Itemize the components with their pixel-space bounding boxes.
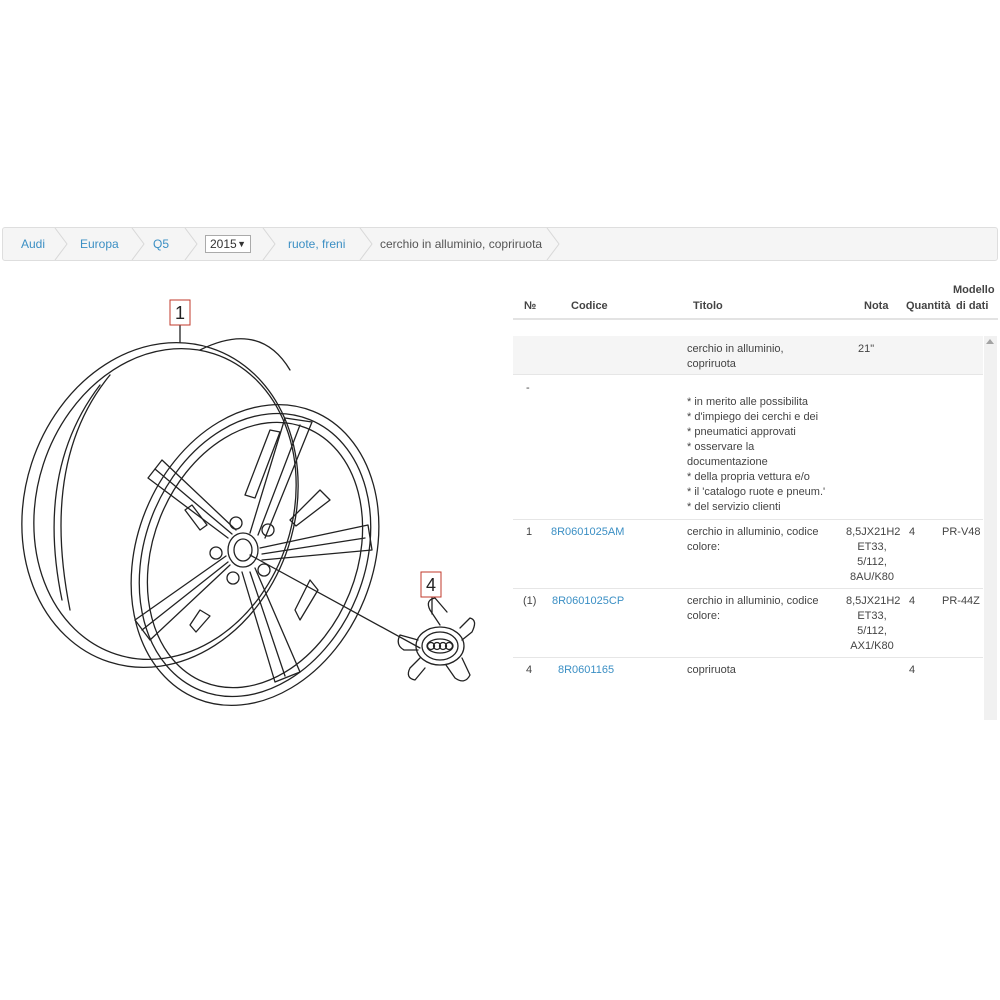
row-note: 8,5JX21H2 ET33, 5/112, AX1/K80 (846, 594, 901, 654)
row-note-line: ET33, (857, 610, 887, 622)
row-title-line: * del servizio clienti (687, 501, 781, 513)
row-note-line: ET33, (857, 541, 887, 553)
row-note-line: 8AU/K80 (849, 571, 895, 583)
row-note: 21" (858, 342, 874, 357)
row-title-line: * d'impiego dei cerchi e dei (687, 411, 819, 423)
breadcrumb: Audi Europa Q5 2015 ▼ ruote, freni cerch… (2, 227, 998, 261)
year-select[interactable]: 2015 ▼ (205, 235, 251, 253)
svg-text:4: 4 (426, 575, 436, 595)
row-num: - (526, 382, 530, 394)
row-model: PR-44Z (942, 595, 980, 607)
breadcrumb-separator-icon (262, 228, 276, 260)
svg-text:1: 1 (175, 303, 185, 323)
table-scrollbar[interactable] (984, 336, 997, 720)
col-title-header: Titolo (693, 300, 723, 312)
part-code-link[interactable]: 8R0601025AM (551, 525, 624, 540)
row-title: cerchio in alluminio, codice colore: (687, 594, 818, 624)
breadcrumb-separator-icon (54, 228, 68, 260)
row-model: PR-V48 (942, 526, 981, 538)
row-note-line: AX1/K80 (850, 640, 894, 652)
row-note-line: 5/112, (857, 625, 887, 637)
breadcrumb-group[interactable]: ruote, freni (288, 228, 345, 260)
table-row: 4 8R0601165 copriruota 4 (513, 658, 983, 698)
row-qty: 4 (909, 664, 916, 676)
table-row: 1 8R0601025AM cerchio in alluminio, codi… (513, 520, 983, 589)
col-code-header: Codice (571, 300, 608, 312)
year-select-value: 2015 (210, 237, 237, 251)
row-num: 1 (526, 526, 533, 538)
row-note-line: 21" (858, 343, 875, 355)
row-note-line: 8,5JX21H2 (846, 526, 901, 538)
table-row: - * in merito alle possibilita * d'impie… (513, 375, 983, 520)
col-model-header-line2: di dati (956, 300, 989, 312)
row-title-line: * il 'catalogo ruote e pneum.' (687, 486, 826, 498)
row-title: cerchio in alluminio, codice colore: (687, 525, 818, 555)
col-model-header-line1: Modello (953, 284, 995, 296)
row-title-line: * della propria vettura e/o (687, 471, 810, 483)
row-title: cerchio in alluminio, copriruota (687, 342, 784, 372)
row-qty: 4 (909, 595, 916, 607)
breadcrumb-q5[interactable]: Q5 (153, 228, 169, 260)
chevron-down-icon: ▼ (237, 239, 246, 249)
breadcrumb-separator-icon (546, 228, 560, 260)
col-num-header: № (524, 300, 537, 312)
row-title-line: cerchio in alluminio, (687, 343, 784, 355)
row-note: 8,5JX21H2 ET33, 5/112, 8AU/K80 (846, 525, 901, 585)
row-title-line: copriruota (687, 664, 736, 676)
breadcrumb-current: cerchio in alluminio, copriruota (380, 237, 543, 251)
row-title-line: documentazione (687, 456, 768, 468)
parts-diagram: 1 4 (21, 299, 476, 707)
row-title-line: colore: (687, 541, 721, 553)
row-title-line: * osservare la (687, 441, 755, 453)
row-title-line: copriruota (687, 358, 736, 370)
row-num: 4 (526, 664, 533, 676)
breadcrumb-separator-icon (359, 228, 373, 260)
wheel-rim-drawing (21, 338, 421, 707)
row-title-line: * pneumatici approvati (687, 426, 796, 438)
col-qty-header: Quantità (906, 300, 951, 312)
row-qty: 4 (909, 526, 916, 538)
row-num: (1) (523, 595, 537, 607)
row-title-line: cerchio in alluminio, codice (687, 595, 819, 607)
part-code-link[interactable]: 8R0601165 (558, 663, 614, 678)
row-title-line: cerchio in alluminio, codice (687, 526, 819, 538)
callout-1[interactable]: 1 (169, 299, 191, 326)
col-note-header: Nota (864, 300, 889, 312)
row-title-line: * in merito alle possibilita (687, 396, 809, 408)
part-code-link[interactable]: 8R0601025CP (552, 594, 624, 609)
row-title: * in merito alle possibilita * d'impiego… (687, 395, 825, 515)
table-row: cerchio in alluminio, copriruota 21" (513, 336, 983, 375)
breadcrumb-audi[interactable]: Audi (21, 228, 45, 260)
callout-4[interactable]: 4 (420, 571, 442, 598)
breadcrumb-separator-icon (184, 228, 198, 260)
parts-table-header: № Codice Titolo Nota Quantità Modello di… (513, 282, 998, 320)
breadcrumb-separator-icon (131, 228, 145, 260)
scroll-up-icon[interactable] (986, 339, 994, 344)
center-cap-drawing (397, 597, 476, 682)
row-note-line: 5/112, (857, 556, 887, 568)
row-title-line: colore: (687, 610, 721, 622)
breadcrumb-europa[interactable]: Europa (80, 228, 119, 260)
row-note-line: 8,5JX21H2 (846, 595, 901, 607)
table-row: (1) 8R0601025CP cerchio in alluminio, co… (513, 589, 983, 658)
row-title: copriruota (687, 663, 736, 678)
